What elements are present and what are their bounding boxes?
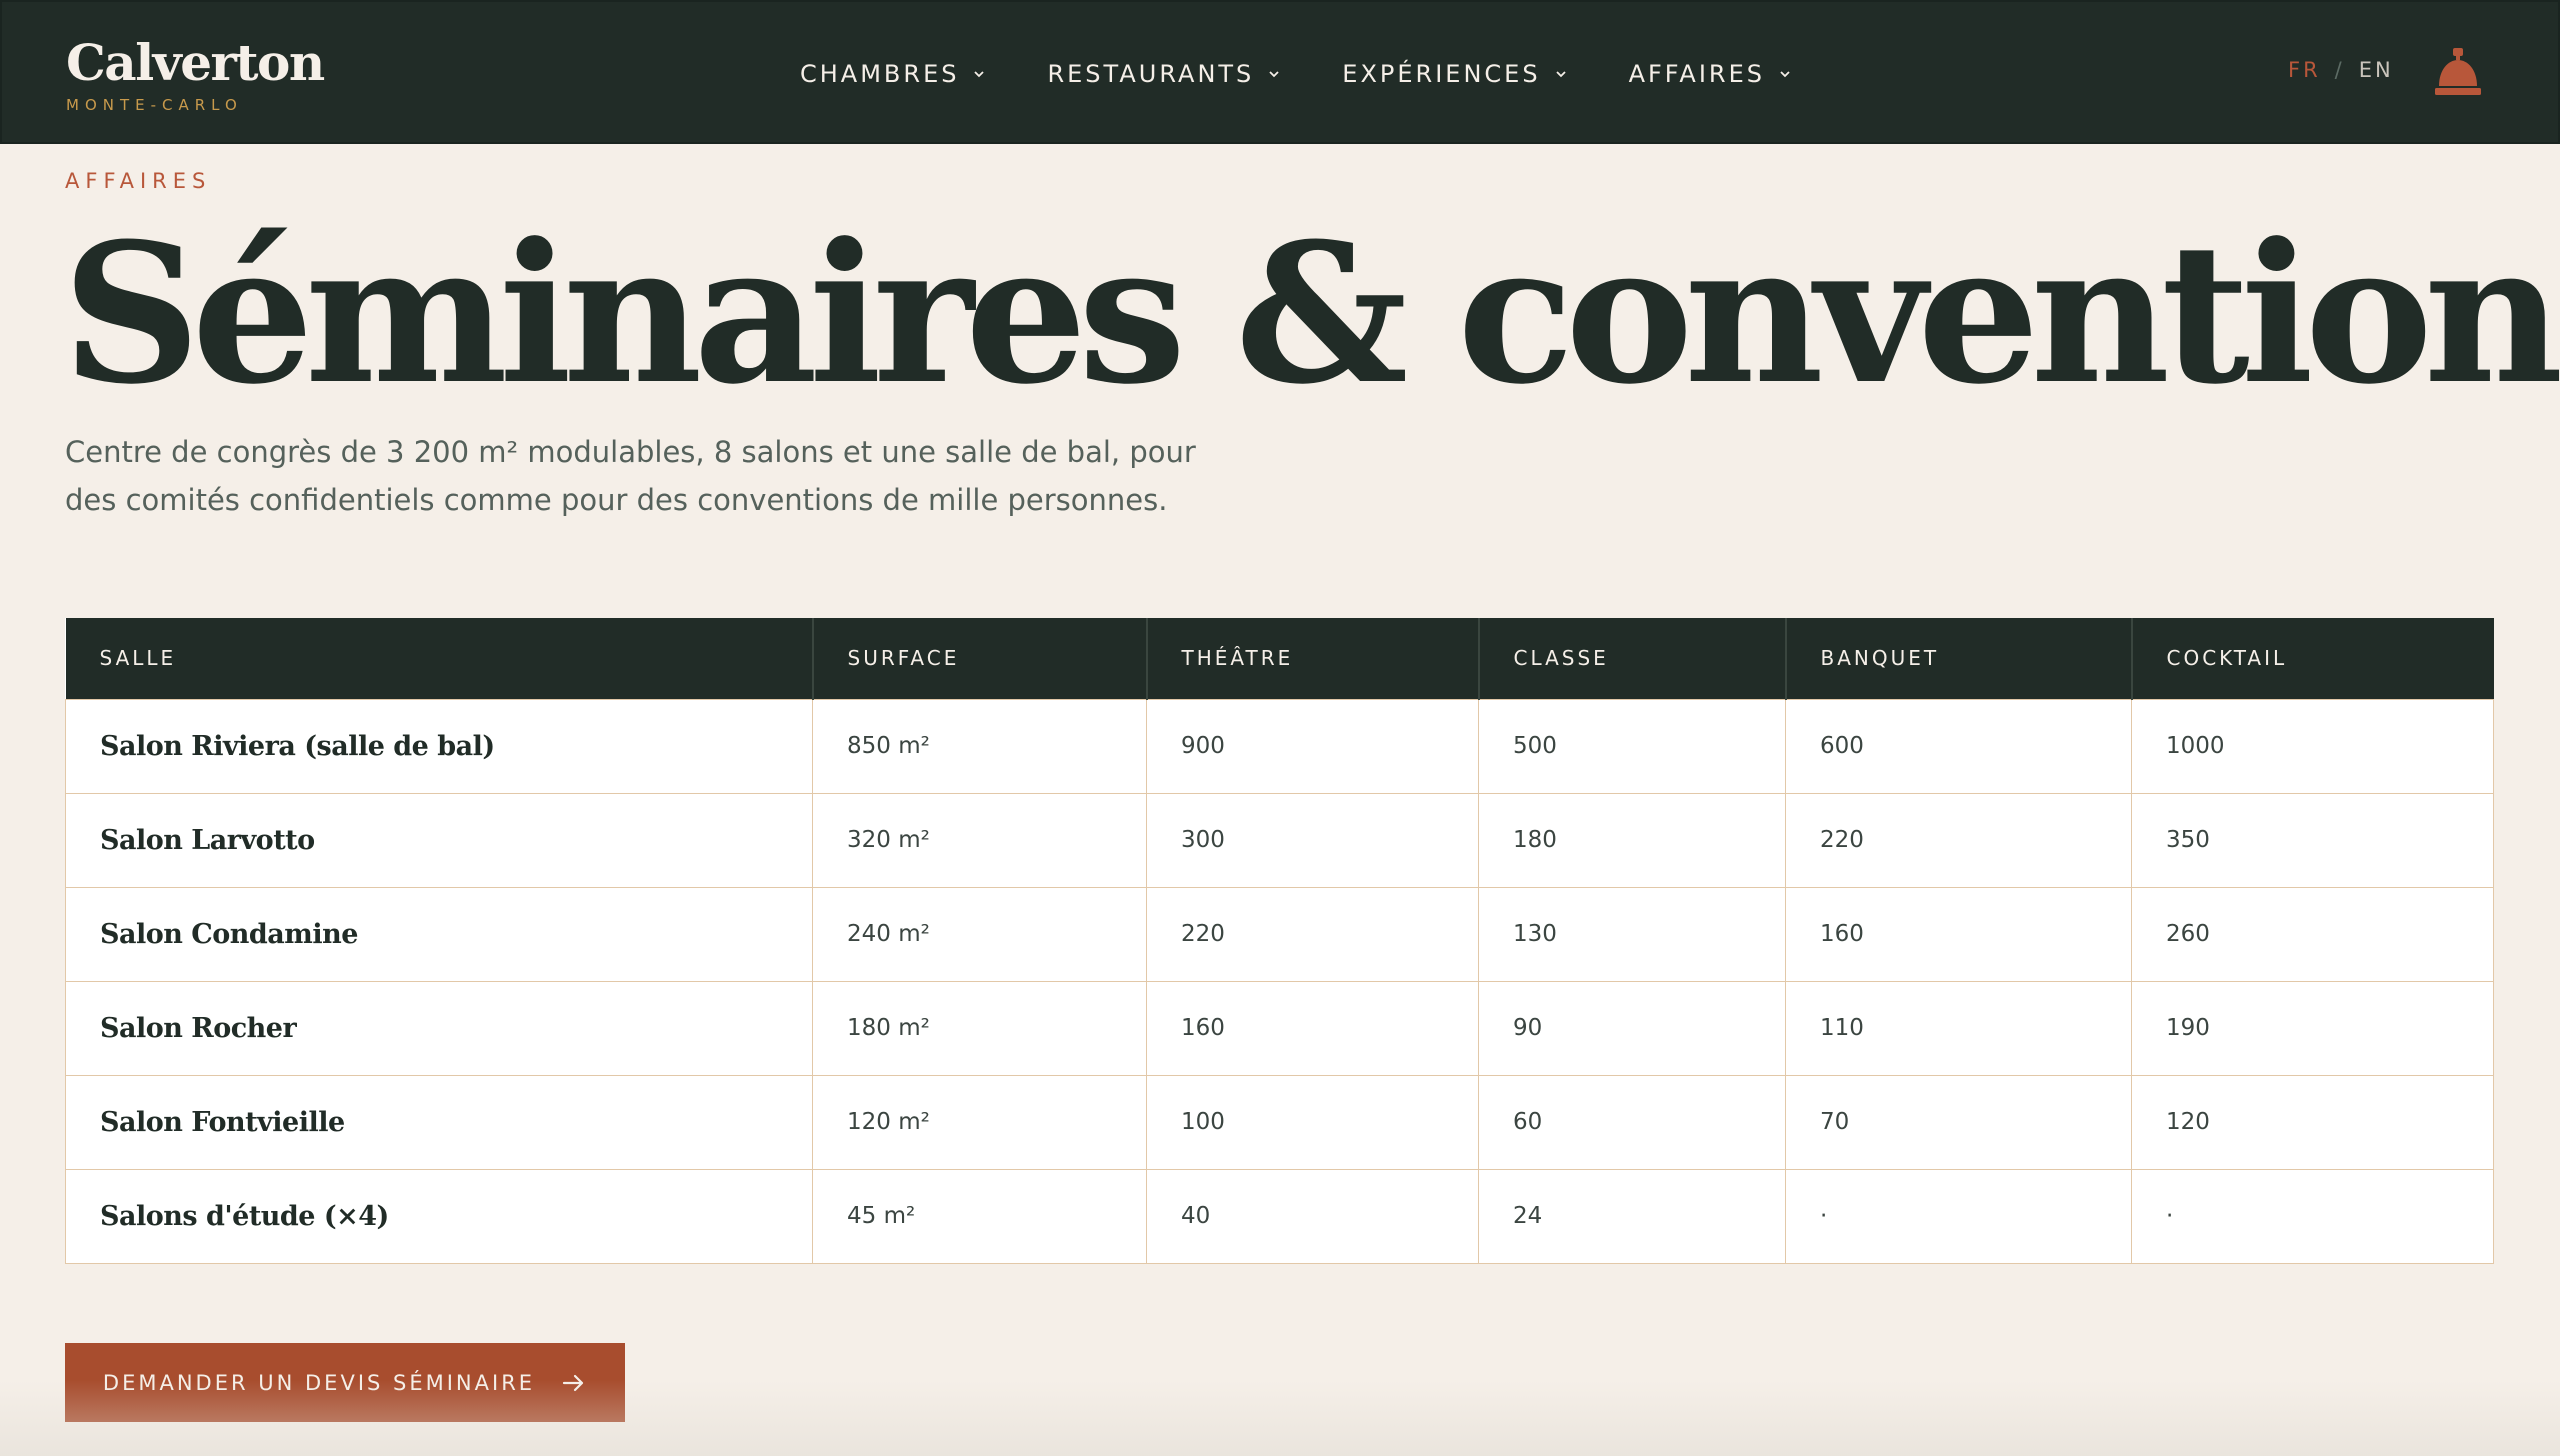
cell-surface: 240 m² bbox=[812, 886, 1147, 982]
arrow-right-icon bbox=[562, 1374, 584, 1391]
nav-item-experiences[interactable]: EXPÉRIENCES bbox=[1342, 60, 1566, 88]
room-name: Salon Condamine bbox=[65, 886, 813, 982]
table-row: Salon Fontvieille 120 m² 100 60 70 120 bbox=[65, 1074, 2494, 1170]
cell-surface: 120 m² bbox=[812, 1074, 1147, 1170]
room-name: Salons d'étude (×4) bbox=[65, 1168, 813, 1264]
cell-theatre: 900 bbox=[1146, 698, 1479, 794]
cell-cocktail: 190 bbox=[2131, 980, 2494, 1076]
cell-cocktail: 350 bbox=[2131, 792, 2494, 888]
nav-item-label: EXPÉRIENCES bbox=[1342, 60, 1541, 88]
column-header-theatre: THÉÂTRE bbox=[1146, 618, 1480, 699]
room-name: Salon Fontvieille bbox=[65, 1074, 813, 1170]
cell-banquet: 70 bbox=[1785, 1074, 2132, 1170]
cell-surface: 320 m² bbox=[812, 792, 1147, 888]
lang-separator: / bbox=[2334, 58, 2345, 82]
cell-cocktail: 120 bbox=[2131, 1074, 2494, 1170]
cell-classe: 180 bbox=[1478, 792, 1786, 888]
room-capacity-table: SALLE SURFACE THÉÂTRE CLASSE BANQUET COC… bbox=[65, 618, 2494, 1264]
table-row: Salon Rocher 180 m² 160 90 110 190 bbox=[65, 980, 2494, 1076]
column-header-banquet: BANQUET bbox=[1785, 618, 2133, 699]
request-quote-label: DEMANDER UN DEVIS SÉMINAIRE bbox=[102, 1370, 536, 1395]
reception-bell-icon[interactable] bbox=[2434, 46, 2482, 100]
nav-item-label: CHAMBRES bbox=[800, 60, 960, 88]
request-quote-button[interactable]: DEMANDER UN DEVIS SÉMINAIRE bbox=[65, 1343, 625, 1422]
cell-surface: 180 m² bbox=[812, 980, 1147, 1076]
column-header-classe: CLASSE bbox=[1478, 618, 1787, 699]
cell-banquet: 160 bbox=[1785, 886, 2132, 982]
cell-banquet: · bbox=[1785, 1168, 2132, 1264]
cell-theatre: 40 bbox=[1146, 1168, 1479, 1264]
chevron-down-icon bbox=[1555, 71, 1566, 78]
table-row: Salon Larvotto 320 m² 300 180 220 350 bbox=[65, 792, 2494, 888]
cell-classe: 130 bbox=[1478, 886, 1786, 982]
language-switcher: FR / EN bbox=[2288, 58, 2394, 82]
cell-cocktail: · bbox=[2131, 1168, 2494, 1264]
cell-banquet: 220 bbox=[1785, 792, 2132, 888]
room-name: Salon Larvotto bbox=[65, 792, 813, 888]
cell-classe: 500 bbox=[1478, 698, 1786, 794]
cell-classe: 90 bbox=[1478, 980, 1786, 1076]
table-row: Salons d'étude (×4) 45 m² 40 24 · · bbox=[65, 1168, 2494, 1264]
room-name: Salon Riviera (salle de bal) bbox=[65, 698, 813, 794]
site-header: Calverton MONTE-CARLO CHAMBRES RESTAURAN… bbox=[0, 0, 2560, 144]
column-header-salle: SALLE bbox=[65, 618, 814, 699]
cell-surface: 45 m² bbox=[812, 1168, 1147, 1264]
nav-item-affaires[interactable]: AFFAIRES bbox=[1629, 60, 1791, 88]
main-nav: CHAMBRES RESTAURANTS EXPÉRIENCES AFFAIRE… bbox=[800, 54, 1791, 94]
chevron-down-icon bbox=[1269, 71, 1279, 78]
lang-fr-link[interactable]: FR bbox=[2288, 58, 2321, 82]
nav-item-label: RESTAURANTS bbox=[1047, 60, 1255, 88]
cell-cocktail: 260 bbox=[2131, 886, 2494, 982]
lang-en-link[interactable]: EN bbox=[2359, 58, 2394, 82]
room-name: Salon Rocher bbox=[65, 980, 813, 1076]
table-row: Salon Riviera (salle de bal) 850 m² 900 … bbox=[65, 698, 2494, 794]
table-header-row: SALLE SURFACE THÉÂTRE CLASSE BANQUET COC… bbox=[65, 618, 2494, 699]
cell-theatre: 160 bbox=[1146, 980, 1479, 1076]
cell-banquet: 600 bbox=[1785, 698, 2132, 794]
page-title: Séminaires & conventions bbox=[62, 202, 2560, 427]
brand-subtitle: MONTE-CARLO bbox=[66, 96, 243, 114]
cell-surface: 850 m² bbox=[812, 698, 1147, 794]
chevron-down-icon bbox=[1780, 71, 1790, 78]
brand-logo[interactable]: Calverton MONTE-CARLO bbox=[66, 32, 325, 114]
cell-banquet: 110 bbox=[1785, 980, 2132, 1076]
brand-name: Calverton bbox=[66, 33, 325, 92]
cell-classe: 60 bbox=[1478, 1074, 1786, 1170]
table-row: Salon Condamine 240 m² 220 130 160 260 bbox=[65, 886, 2494, 982]
nav-item-label: AFFAIRES bbox=[1628, 60, 1765, 88]
cell-cocktail: 1000 bbox=[2131, 698, 2494, 794]
nav-item-restaurants[interactable]: RESTAURANTS bbox=[1047, 60, 1280, 88]
nav-item-chambres[interactable]: CHAMBRES bbox=[800, 60, 985, 88]
cell-classe: 24 bbox=[1478, 1168, 1786, 1264]
column-header-cocktail: COCKTAIL bbox=[2166, 646, 2288, 671]
chevron-down-icon bbox=[974, 71, 985, 78]
column-header-surface: SURFACE bbox=[812, 618, 1148, 699]
cell-theatre: 300 bbox=[1146, 792, 1479, 888]
page-lead: Centre de congrès de 3 200 m² modulables… bbox=[65, 435, 1196, 517]
cell-theatre: 100 bbox=[1146, 1074, 1479, 1170]
section-eyebrow: AFFAIRES bbox=[65, 169, 212, 193]
cell-theatre: 220 bbox=[1146, 886, 1479, 982]
